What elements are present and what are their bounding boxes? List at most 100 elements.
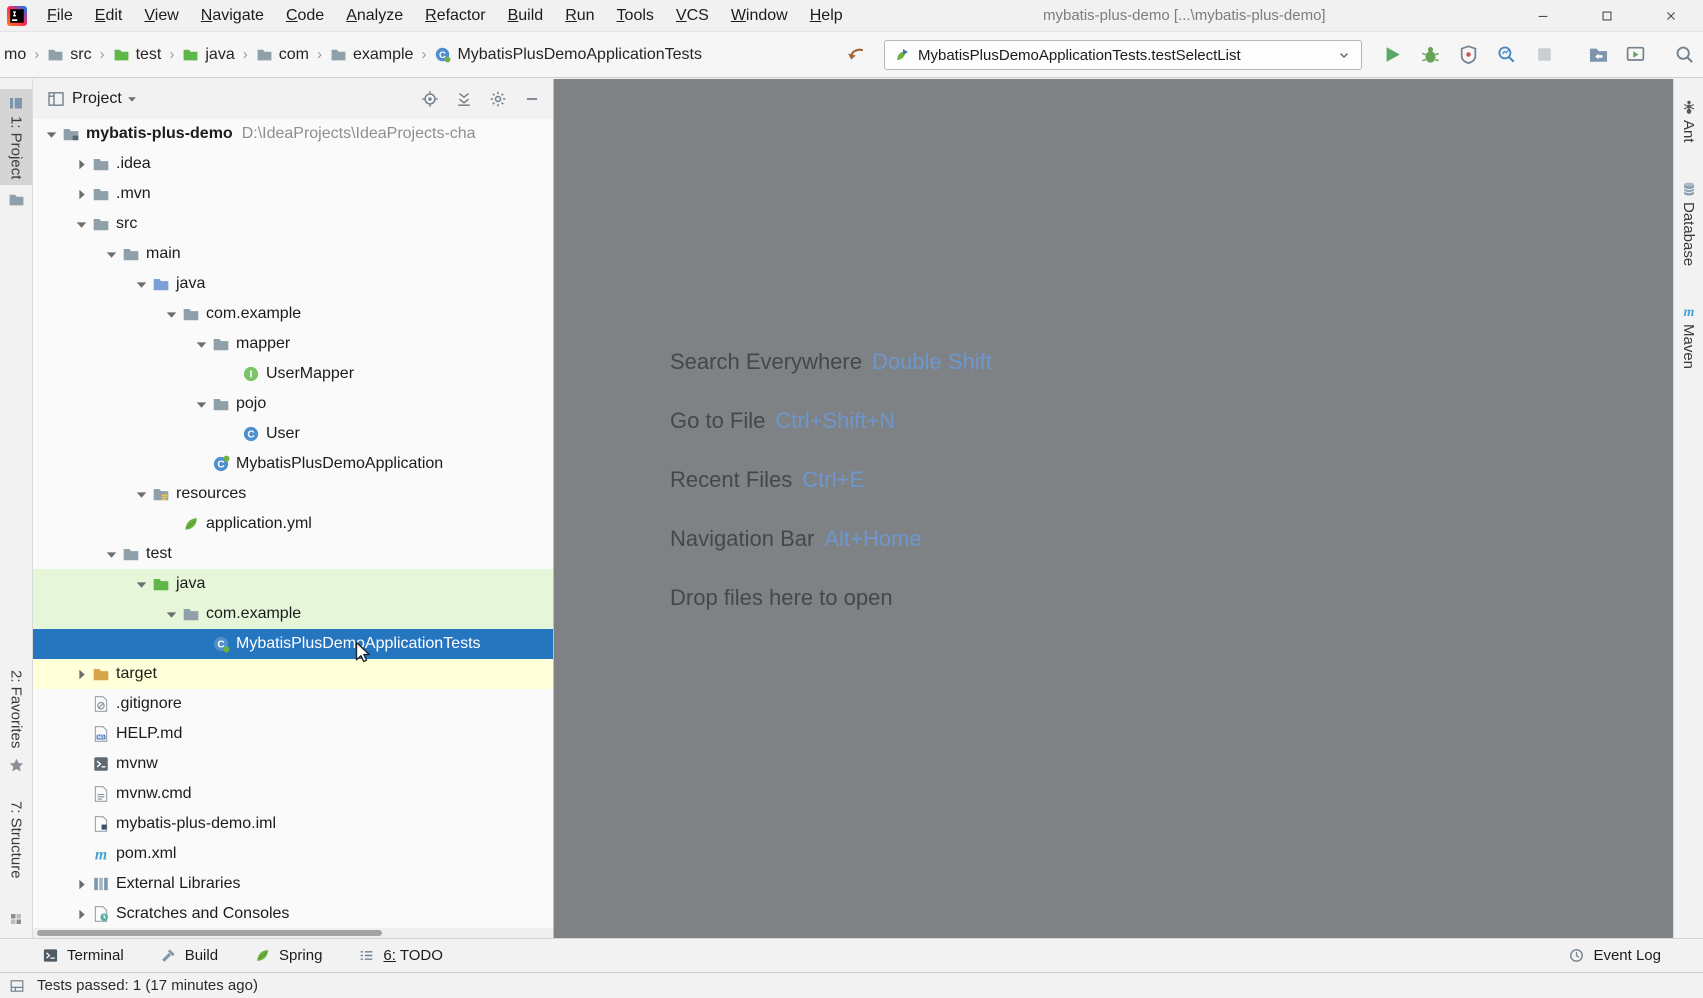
menu-run[interactable]: Run	[554, 0, 605, 31]
tool-tab-spring[interactable]: Spring	[254, 947, 322, 964]
chevron-down-icon[interactable]	[103, 246, 120, 263]
menu-view[interactable]: View	[133, 0, 189, 31]
widget-icon[interactable]	[8, 911, 24, 927]
tree-row[interactable]: mapper	[33, 329, 553, 359]
menu-refactor[interactable]: Refactor	[414, 0, 496, 31]
chevron-down-icon[interactable]	[103, 546, 120, 563]
tree-row[interactable]: mpom.xml	[33, 839, 553, 869]
debug-button[interactable]	[1420, 44, 1441, 65]
tree-row[interactable]: .gitignore	[33, 689, 553, 719]
chevron-down-icon[interactable]	[193, 336, 210, 353]
panel-title[interactable]: Project	[72, 90, 122, 108]
locate-button[interactable]	[421, 90, 439, 108]
tree-row[interactable]: CMybatisPlusDemoApplication	[33, 449, 553, 479]
tree-row[interactable]: com.example	[33, 299, 553, 329]
tree-row[interactable]: CUser	[33, 419, 553, 449]
back-arrow-icon[interactable]	[845, 44, 867, 66]
run-window-icon[interactable]	[1625, 44, 1646, 65]
menu-analyze[interactable]: Analyze	[335, 0, 414, 31]
chevron-right-icon[interactable]	[73, 876, 90, 893]
tree-row[interactable]: .mvn	[33, 179, 553, 209]
menu-window[interactable]: Window	[720, 0, 799, 31]
tool-tab-todo[interactable]: 6: TODO	[358, 947, 442, 964]
tree-row[interactable]: mvnw.cmd	[33, 779, 553, 809]
chevron-down-icon[interactable]	[193, 396, 210, 413]
breadcrumb-item[interactable]: test	[111, 46, 164, 64]
tree-row[interactable]: CMybatisPlusDemoApplicationTests	[33, 629, 553, 659]
tree-row[interactable]: .idea	[33, 149, 553, 179]
tree-row[interactable]: MDHELP.md	[33, 719, 553, 749]
tool-tab-terminal[interactable]: Terminal	[42, 947, 124, 964]
tool-tab-maven[interactable]: m Maven	[1674, 297, 1703, 375]
horizontal-scrollbar[interactable]	[33, 928, 553, 938]
tool-tab-database[interactable]: Database	[1674, 175, 1703, 272]
event-log-button[interactable]: Event Log	[1568, 947, 1661, 964]
menu-tools[interactable]: Tools	[606, 0, 665, 31]
chevron-down-icon[interactable]	[163, 606, 180, 623]
menu-code[interactable]: Code	[275, 0, 335, 31]
maximize-button[interactable]	[1575, 0, 1639, 32]
profiler-button[interactable]	[1496, 44, 1517, 65]
tree-row[interactable]: java	[33, 269, 553, 299]
tool-tab-build[interactable]: Build	[160, 947, 218, 964]
hide-panel-button[interactable]	[523, 90, 541, 108]
menu-help[interactable]: Help	[799, 0, 854, 31]
search-icon[interactable]	[1674, 44, 1695, 65]
chevron-right-icon[interactable]	[73, 906, 90, 923]
menu-file[interactable]: File	[36, 0, 84, 31]
tree-row[interactable]: java	[33, 569, 553, 599]
chevron-right-icon[interactable]	[73, 666, 90, 683]
breadcrumb-item[interactable]: CMybatisPlusDemoApplicationTests	[432, 46, 704, 64]
tree-row[interactable]: Scratches and Consoles	[33, 899, 553, 928]
tool-tab-ant[interactable]: Ant	[1674, 93, 1703, 149]
chevron-down-icon[interactable]	[43, 126, 60, 143]
star-icon[interactable]	[8, 757, 25, 774]
run-configuration-select[interactable]: MybatisPlusDemoApplicationTests.testSele…	[884, 40, 1362, 70]
chevron-spacer	[73, 696, 90, 713]
chevron-down-icon[interactable]	[163, 306, 180, 323]
coverage-button[interactable]	[1458, 44, 1479, 65]
tree-row[interactable]: IUserMapper	[33, 359, 553, 389]
tool-tab-structure[interactable]: 7: Structure	[0, 795, 32, 885]
tree-row[interactable]: resources	[33, 479, 553, 509]
tree-row[interactable]: com.example	[33, 599, 553, 629]
breadcrumb-item[interactable]: mo	[2, 46, 28, 64]
chevron-down-icon[interactable]	[73, 216, 90, 233]
breadcrumb-item[interactable]: com	[254, 46, 311, 64]
tree-row[interactable]: pojo	[33, 389, 553, 419]
minimize-button[interactable]	[1511, 0, 1575, 32]
chevron-down-icon[interactable]	[125, 92, 139, 106]
scrollbar-thumb[interactable]	[37, 930, 382, 936]
chevron-right-icon[interactable]	[73, 156, 90, 173]
tree-row[interactable]: test	[33, 539, 553, 569]
tree-row[interactable]: src	[33, 209, 553, 239]
close-button[interactable]	[1639, 0, 1703, 32]
tool-tab-project[interactable]: 1: Project	[0, 89, 32, 185]
tree-row[interactable]: target	[33, 659, 553, 689]
tree-row[interactable]: mybatis-plus-demoD:\IdeaProjects\IdeaPro…	[33, 119, 553, 149]
menu-build[interactable]: Build	[497, 0, 555, 31]
tree-row[interactable]: mybatis-plus-demo.iml	[33, 809, 553, 839]
bookmark-folder-icon[interactable]	[8, 191, 25, 208]
tool-tab-favorites[interactable]: 2: Favorites	[0, 664, 32, 754]
tree-row[interactable]: main	[33, 239, 553, 269]
collapse-all-button[interactable]	[455, 90, 473, 108]
toolwindow-grid-icon[interactable]	[9, 978, 25, 994]
chevron-right-icon[interactable]	[73, 186, 90, 203]
chevron-down-icon[interactable]	[133, 276, 150, 293]
chevron-down-icon[interactable]	[133, 576, 150, 593]
toolwindow-folder-icon[interactable]	[1588, 44, 1609, 65]
chevron-down-icon[interactable]	[133, 486, 150, 503]
run-button[interactable]	[1382, 44, 1403, 65]
menu-vcs[interactable]: VCS	[665, 0, 720, 31]
gear-icon[interactable]	[489, 90, 507, 108]
menu-edit[interactable]: Edit	[84, 0, 134, 31]
breadcrumb-item[interactable]: java	[180, 46, 236, 64]
breadcrumb-item[interactable]: example	[328, 46, 415, 64]
tree-row[interactable]: mvnw	[33, 749, 553, 779]
tree-row[interactable]: External Libraries	[33, 869, 553, 899]
tree-row[interactable]: application.yml	[33, 509, 553, 539]
menu-navigate[interactable]: Navigate	[190, 0, 275, 31]
breadcrumb-item[interactable]: src	[45, 46, 93, 64]
right-tool-strip: Ant Database m Maven	[1673, 79, 1703, 938]
